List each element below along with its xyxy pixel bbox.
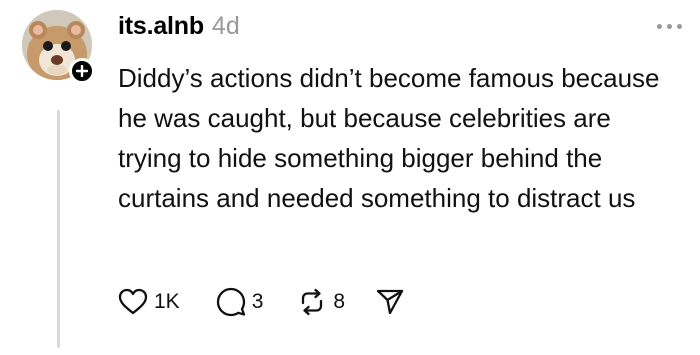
repost-count: 8 bbox=[333, 290, 346, 313]
more-options-button[interactable] bbox=[657, 24, 682, 29]
reply-button[interactable]: 3 bbox=[216, 287, 264, 317]
repost-button[interactable]: 8 bbox=[297, 287, 345, 317]
username-link[interactable]: its.alnb bbox=[118, 12, 204, 41]
share-button[interactable] bbox=[375, 287, 405, 317]
post-header: its.alnb 4d bbox=[118, 12, 240, 48]
heart-icon bbox=[118, 288, 148, 315]
more-dots-icon bbox=[657, 24, 662, 29]
post-actions: 1K 3 8 bbox=[118, 284, 405, 320]
reply-count: 3 bbox=[251, 290, 264, 313]
avatar[interactable] bbox=[22, 10, 95, 84]
post-text: Diddy’s actions didn’t become famous bec… bbox=[118, 63, 660, 213]
repost-icon bbox=[302, 288, 323, 316]
thread-line bbox=[57, 110, 60, 348]
post-time: 4d bbox=[211, 12, 240, 40]
follow-button[interactable] bbox=[69, 58, 95, 84]
comment-icon bbox=[216, 287, 245, 317]
plus-icon bbox=[76, 65, 88, 77]
like-count: 1K bbox=[154, 290, 180, 313]
send-icon bbox=[376, 289, 404, 315]
like-button[interactable]: 1K bbox=[118, 288, 180, 316]
